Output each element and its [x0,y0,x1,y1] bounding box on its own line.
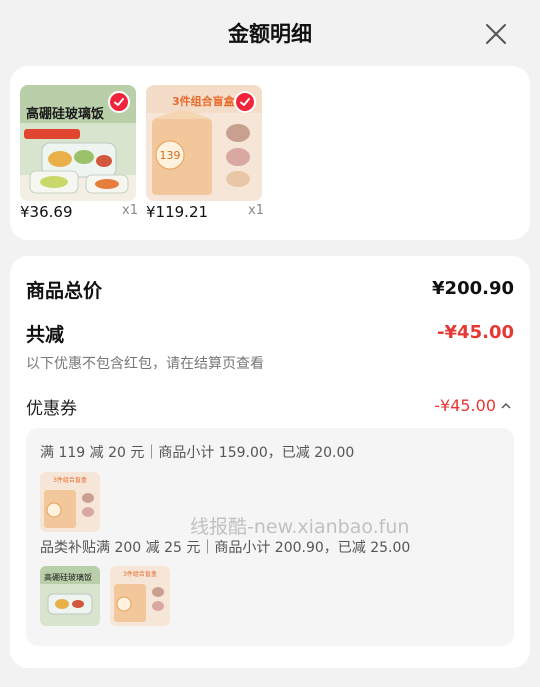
total-label: 商品总价 [26,280,103,302]
product-thumbnail: 3件组合盲盒 [40,472,100,532]
svg-text:高硼硅玻璃饭: 高硼硅玻璃饭 [44,572,92,582]
coupon-toggle[interactable]: -¥45.00 [434,396,512,415]
svg-text:3件组合盲盒: 3件组合盲盒 [123,570,157,578]
discount-value: -¥45.00 [437,322,514,343]
sheet-header: 金额明细 [0,0,540,66]
product-price: ¥36.69 [20,203,73,221]
svg-text:139: 139 [160,149,181,162]
page-title: 金额明细 [228,22,312,46]
discount-label: 共减 [26,324,65,346]
coupon-rule: 品类补贴满 200 减 25 元｜商品小计 200.90，已减 25.00 [40,540,411,556]
close-button[interactable] [484,22,508,46]
product-image: 高硼硅玻璃饭 [20,85,136,201]
discount-note: 以下优惠不包含红包，请在结算页查看 [26,356,264,372]
product-image-text: 高硼硅玻璃饭 [26,107,105,122]
close-icon [486,24,506,44]
summary-card: 商品总价 ¥200.90 共减 -¥45.00 以下优惠不包含红包，请在结算页查… [10,256,530,668]
product-image: 139 3件组合盲盒 [146,85,262,201]
selected-check-icon[interactable] [234,91,256,113]
watermark: 线报酷-new.xianbao.fun [190,516,410,538]
total-value: ¥200.90 [432,278,514,299]
coupon-rule: 满 119 减 20 元｜商品小计 159.00，已减 20.00 [40,445,355,461]
products-card: 高硼硅玻璃饭 ¥36.69 x1 139 3件组合盲盒 ¥119.21 x1 [10,66,530,240]
product-thumbnail: 高硼硅玻璃饭 [40,566,100,626]
product-image-text: 3件组合盲盒 [172,95,235,108]
detail-sheet: 金额明细 高硼硅玻璃饭 ¥36.69 x1 139 3件组合盲盒 ¥119.21… [0,0,540,687]
product-item[interactable]: 139 3件组合盲盒 ¥119.21 x1 [146,85,264,221]
chevron-up-icon [501,402,511,409]
selected-check-icon[interactable] [108,91,130,113]
svg-text:3件组合盲盒: 3件组合盲盒 [53,476,87,484]
coupon-value: -¥45.00 [434,396,496,415]
coupon-label: 优惠券 [26,399,77,419]
product-quantity: x1 [248,203,264,218]
product-quantity: x1 [122,203,138,218]
product-item[interactable]: 高硼硅玻璃饭 ¥36.69 x1 [20,85,138,221]
product-thumbnail: 3件组合盲盒 [110,566,170,626]
product-price: ¥119.21 [146,203,209,221]
